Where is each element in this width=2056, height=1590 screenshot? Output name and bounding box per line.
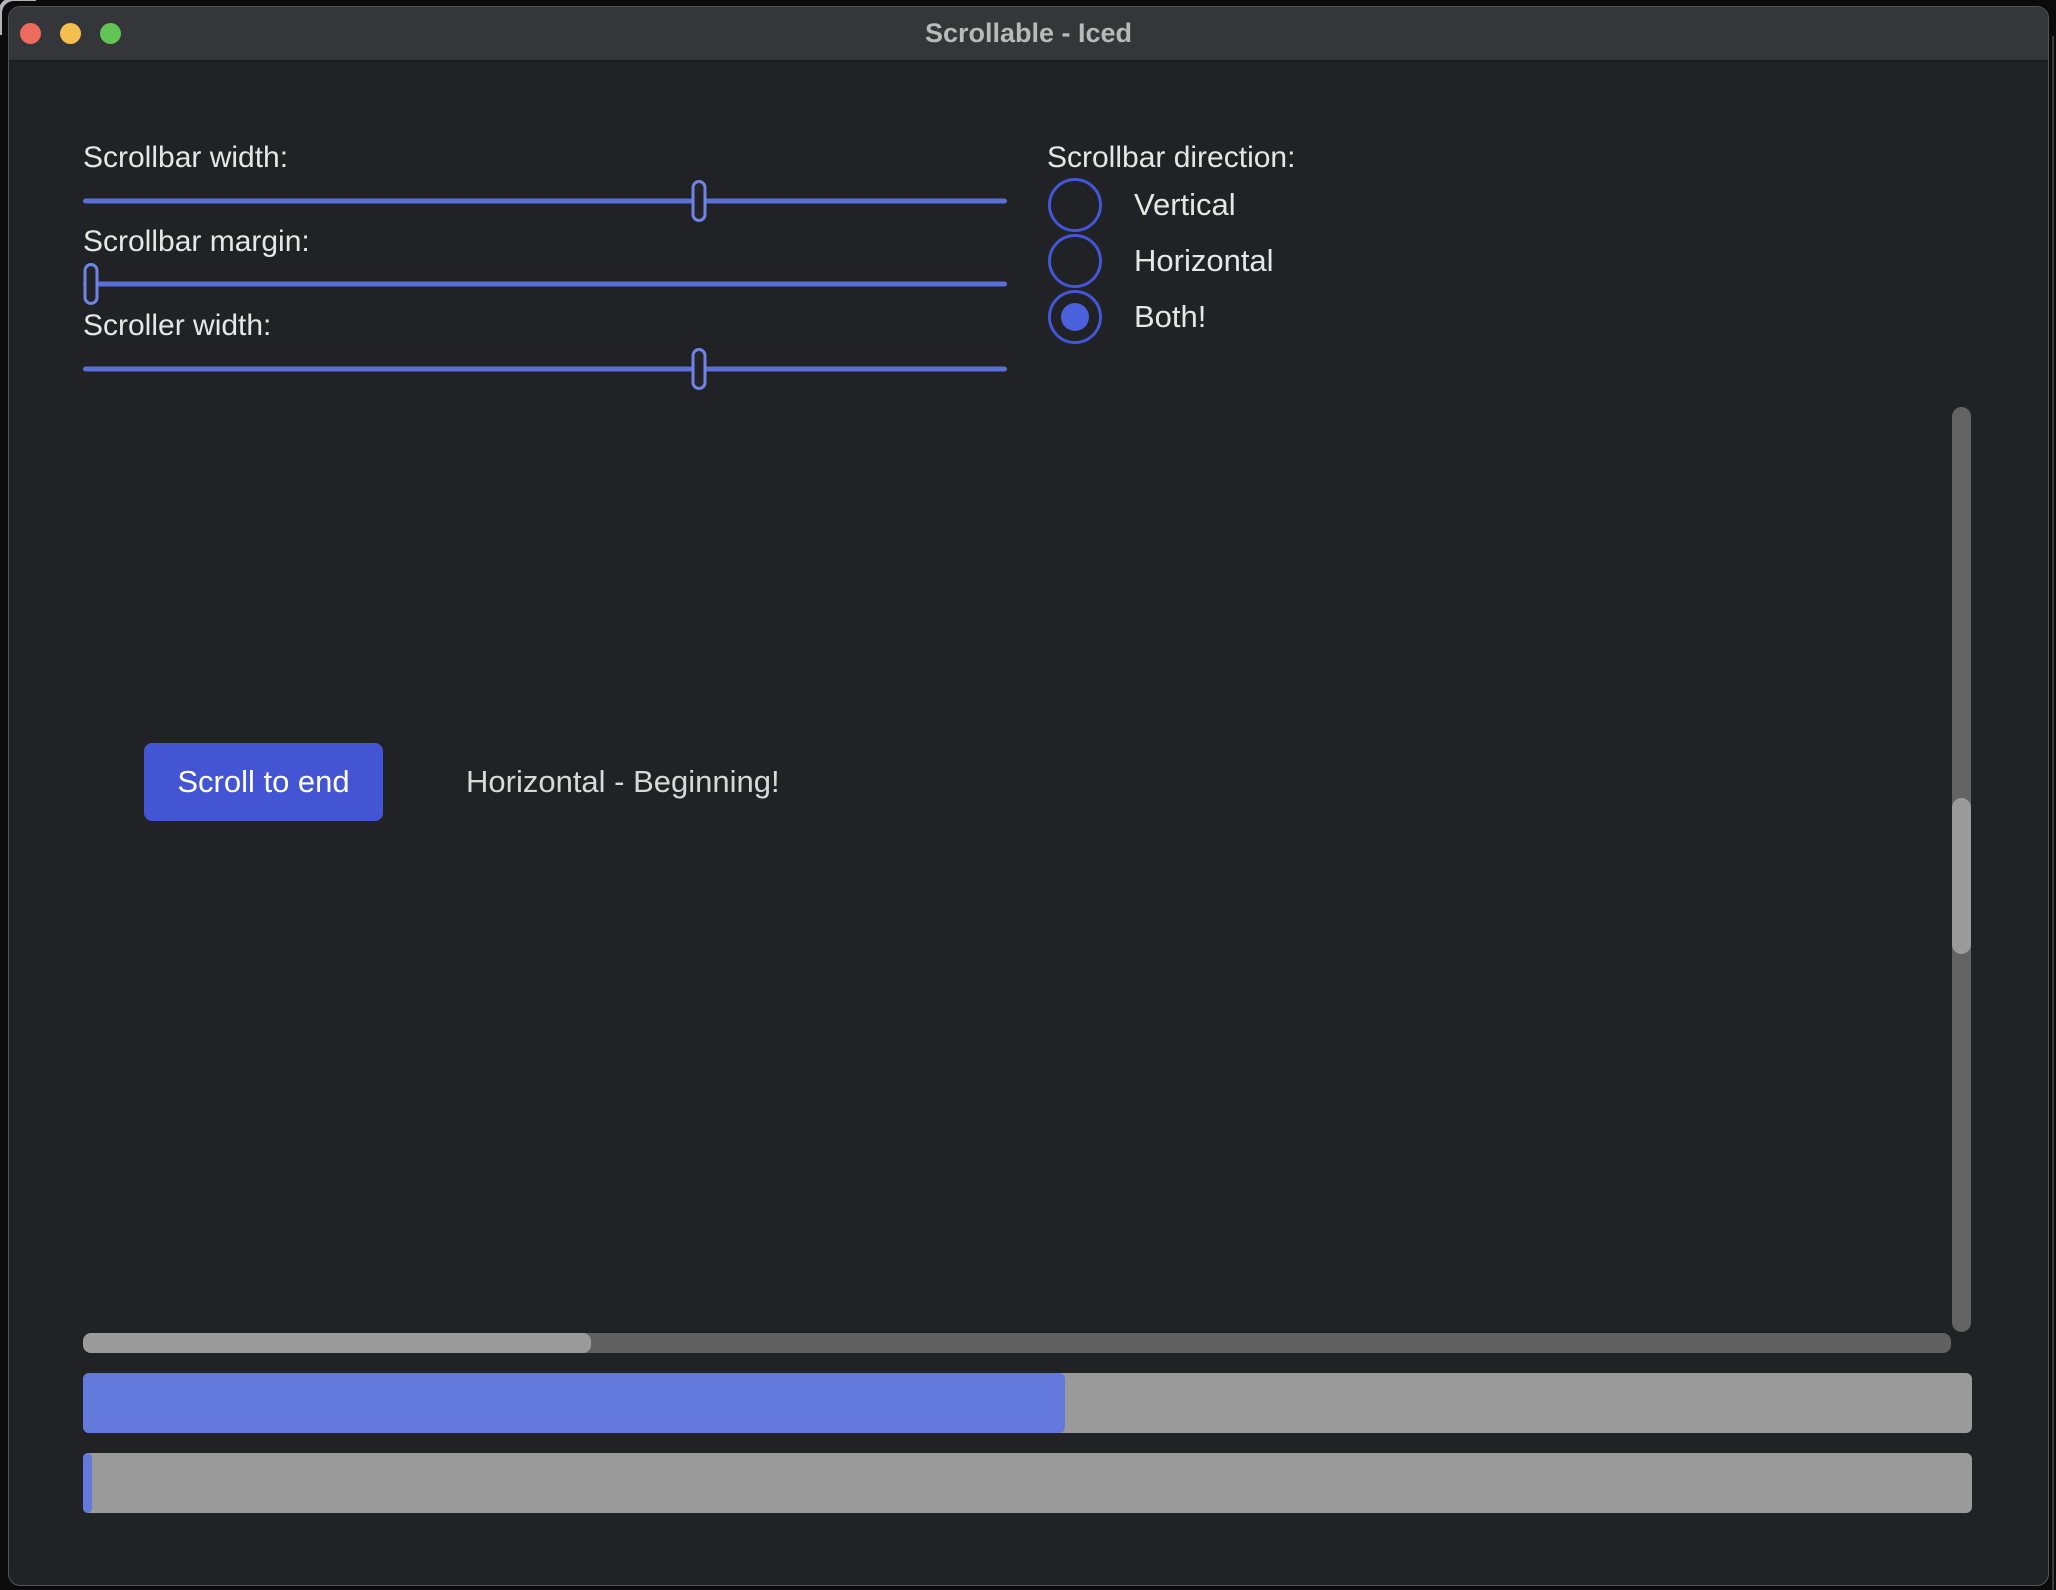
scrollbar-margin-slider[interactable] bbox=[83, 262, 1007, 306]
horizontal-progress-bar bbox=[83, 1373, 1972, 1433]
traffic-lights bbox=[9, 7, 121, 60]
titlebar[interactable]: Scrollable - Iced bbox=[9, 7, 2048, 61]
slider-track[interactable] bbox=[83, 367, 1007, 372]
vertical-scroller-thumb[interactable] bbox=[1952, 798, 1971, 953]
window-title: Scrollable - Iced bbox=[925, 18, 1132, 49]
radio-circle bbox=[1048, 290, 1102, 344]
horizontal-scroller-thumb[interactable] bbox=[83, 1333, 591, 1353]
radio-circle bbox=[1048, 178, 1102, 232]
radio-circle bbox=[1048, 234, 1102, 288]
close-button[interactable] bbox=[20, 23, 41, 44]
scroller-width-label: Scroller width: bbox=[83, 309, 271, 343]
radio-label: Both! bbox=[1134, 299, 1206, 335]
radio-option-both[interactable]: Both! bbox=[1048, 290, 1206, 344]
slider-thumb[interactable] bbox=[692, 180, 707, 222]
progress-fill bbox=[83, 1373, 1065, 1433]
slider-track[interactable] bbox=[83, 282, 1007, 287]
horizontal-scrollbar[interactable] bbox=[83, 1333, 1951, 1353]
scroll-to-end-button[interactable]: Scroll to end bbox=[144, 743, 383, 821]
vertical-progress-bar bbox=[83, 1453, 1972, 1513]
progress-fill bbox=[83, 1453, 92, 1513]
radio-option-vertical[interactable]: Vertical bbox=[1048, 178, 1236, 232]
zoom-button[interactable] bbox=[100, 23, 121, 44]
slider-track[interactable] bbox=[83, 199, 1007, 204]
radio-label: Horizontal bbox=[1134, 243, 1274, 279]
radio-dot bbox=[1061, 303, 1089, 331]
minimize-button[interactable] bbox=[60, 23, 81, 44]
scrollbar-width-slider[interactable] bbox=[83, 179, 1007, 223]
slider-thumb[interactable] bbox=[84, 263, 99, 305]
vertical-scrollbar[interactable] bbox=[1952, 407, 1971, 1332]
radio-option-horizontal[interactable]: Horizontal bbox=[1048, 234, 1274, 288]
screen-right-edge bbox=[2052, 36, 2054, 1590]
scroll-status-text: Horizontal - Beginning! bbox=[466, 764, 780, 800]
scrollbar-margin-label: Scrollbar margin: bbox=[83, 225, 310, 259]
slider-thumb[interactable] bbox=[692, 348, 707, 390]
scrollbar-width-label: Scrollbar width: bbox=[83, 141, 288, 175]
scrollbar-direction-label: Scrollbar direction: bbox=[1047, 141, 1295, 175]
radio-label: Vertical bbox=[1134, 187, 1236, 223]
app-window: Scrollable - Iced Scrollbar width: Scrol… bbox=[8, 6, 2049, 1586]
scroller-width-slider[interactable] bbox=[83, 347, 1007, 391]
